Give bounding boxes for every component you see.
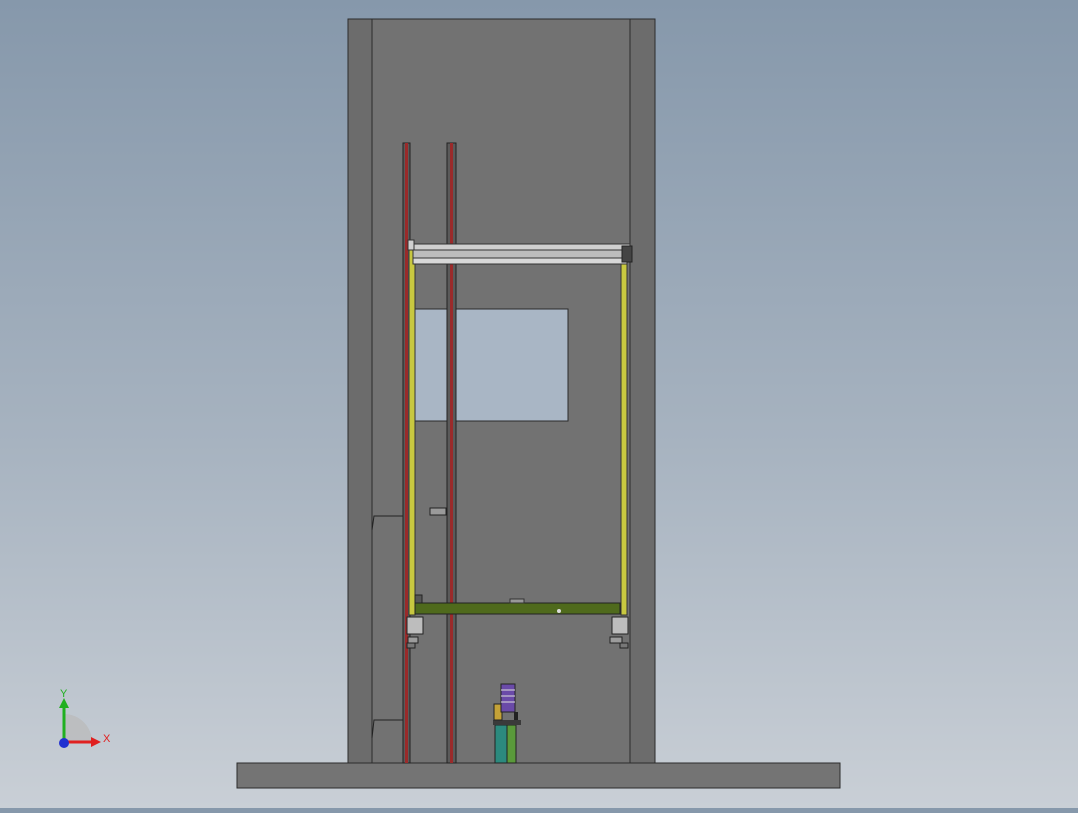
triad-y-label: Y <box>60 688 68 700</box>
shaft-opening <box>412 308 569 422</box>
car-crosshead <box>407 239 633 265</box>
car-frame-right-upright <box>620 249 628 616</box>
z-axis-dot-icon <box>59 738 69 748</box>
x-axis-arrow-icon <box>91 737 101 747</box>
model-drawing <box>59 18 841 789</box>
safety-gear-right <box>609 616 629 649</box>
rail-bracket <box>429 507 447 516</box>
triad-x-label: X <box>103 733 111 745</box>
ground-slab <box>236 762 841 789</box>
guide-rail-center <box>446 142 457 764</box>
coordinate-triad <box>59 698 101 748</box>
car-frame-left-upright <box>408 249 416 616</box>
shaft-right-wall <box>629 18 656 764</box>
triad-arc <box>64 714 92 742</box>
shaft-left-wall <box>347 18 373 764</box>
cad-viewport[interactable]: Y X <box>0 0 1078 808</box>
